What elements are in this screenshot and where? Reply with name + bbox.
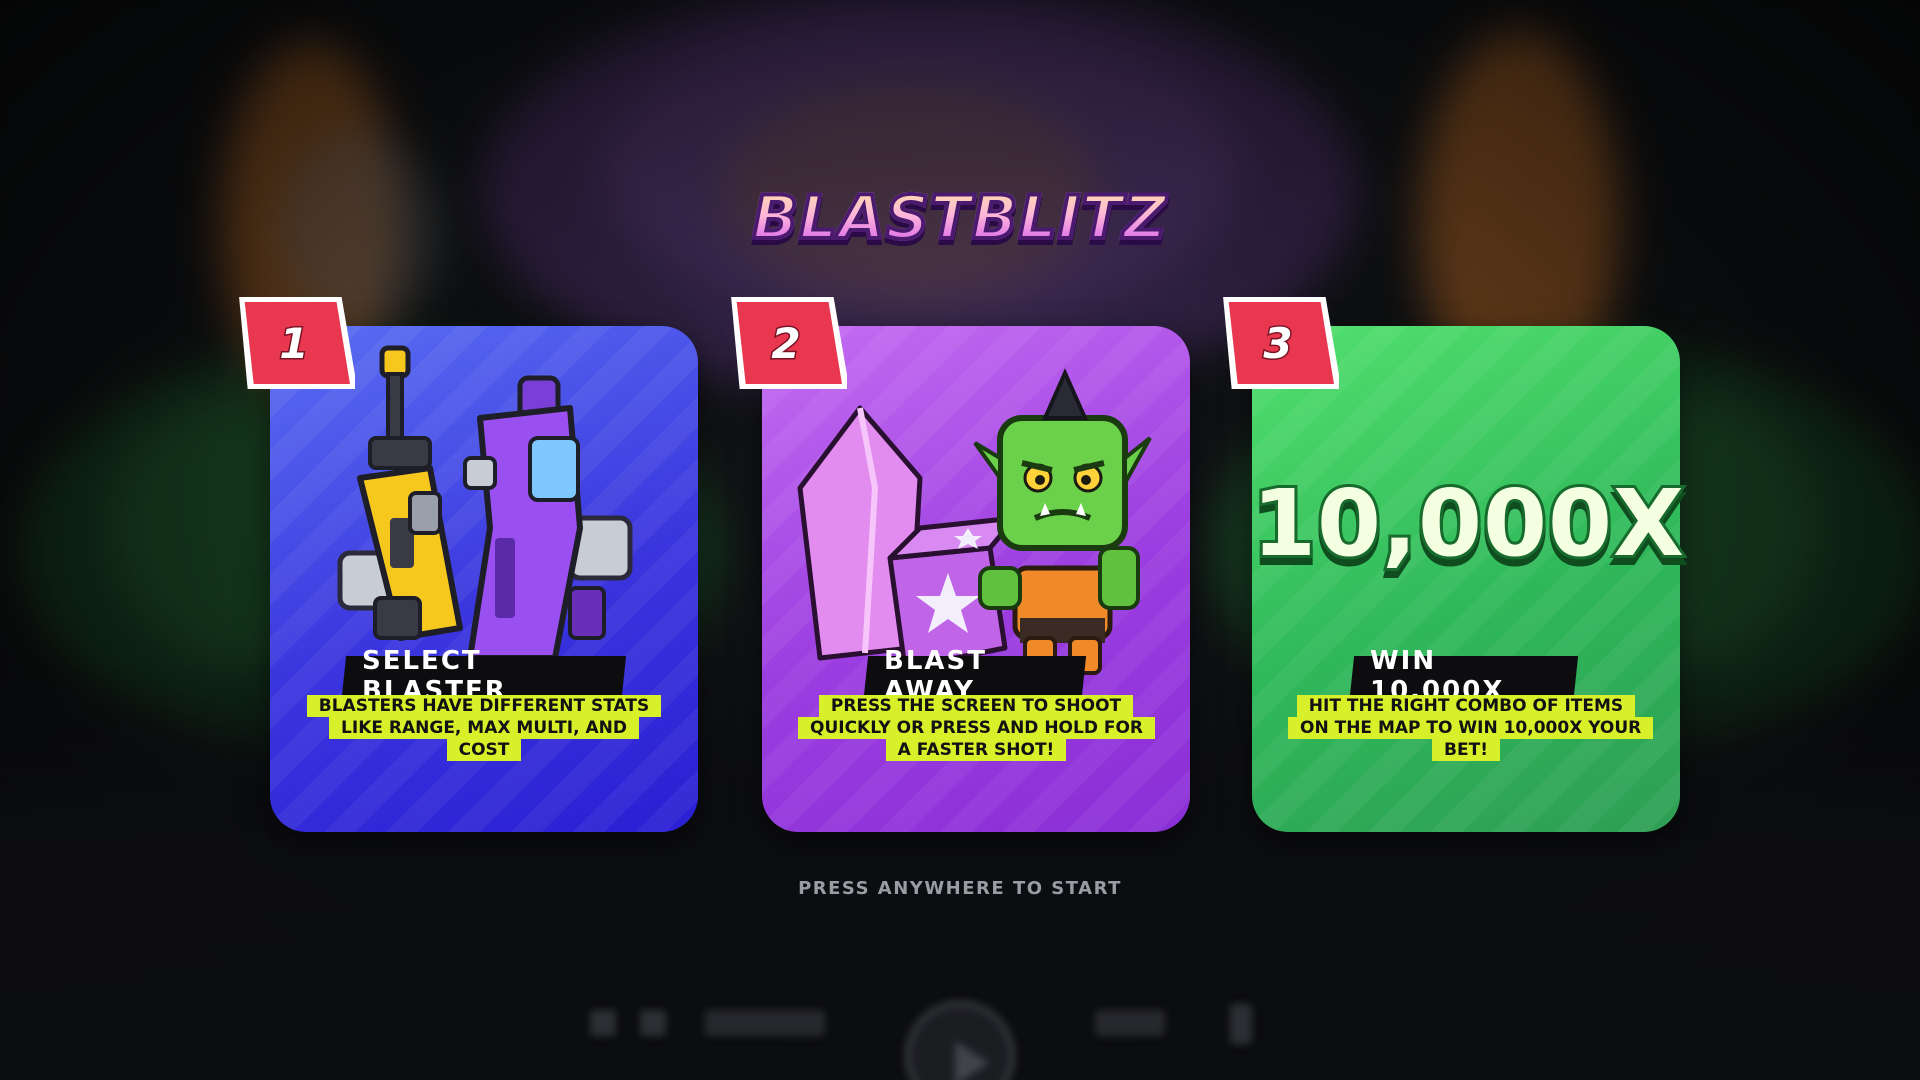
orc-and-crystal-illustration <box>790 368 1170 678</box>
bottom-control-bar <box>0 940 1920 1080</box>
game-logo: BLASTBLITZ <box>750 181 1170 255</box>
game-logo-text: BLASTBLITZ <box>750 181 1168 255</box>
sound-icon <box>640 1010 666 1036</box>
card-title-blast-away: BLAST AWAY <box>863 646 1087 706</box>
press-to-start-prompt[interactable]: PRESS ANYWHERE TO START <box>660 878 1260 899</box>
card-description-select-blaster: BLASTERS HAVE DIFFERENT STATS LIKE RANGE… <box>306 695 662 761</box>
step-badge-2: 2 <box>730 297 847 389</box>
step-badge-3: 3 <box>1222 297 1339 389</box>
menu-icon <box>590 1010 616 1036</box>
balance-display <box>705 1010 825 1036</box>
step-number: 2 <box>770 317 802 369</box>
step-number: 3 <box>1262 317 1294 369</box>
blaster-illustration <box>330 338 650 661</box>
card-title-select-blaster: SELECT BLASTER <box>341 646 627 706</box>
bet-display <box>1095 1010 1165 1036</box>
card-description-blast-away: PRESS THE SCREEN TO SHOOT QUICKLY OR PRE… <box>798 695 1156 761</box>
step-badge-1: 1 <box>238 297 355 389</box>
max-win-multiplier: 10,000X <box>1249 467 1687 580</box>
card-description-text: HIT THE RIGHT COMBO OF ITEMS ON THE MAP … <box>1288 695 1654 761</box>
settings-icon <box>1230 1004 1252 1044</box>
card-title-win: WIN 10,000X <box>1349 646 1579 706</box>
play-button <box>904 1000 1016 1080</box>
card-description-text: BLASTERS HAVE DIFFERENT STATS LIKE RANGE… <box>306 695 662 761</box>
step-number: 1 <box>278 317 310 369</box>
card-description-win: HIT THE RIGHT COMBO OF ITEMS ON THE MAP … <box>1288 695 1654 761</box>
play-icon <box>955 1041 989 1080</box>
card-description-text: PRESS THE SCREEN TO SHOOT QUICKLY OR PRE… <box>798 695 1156 761</box>
